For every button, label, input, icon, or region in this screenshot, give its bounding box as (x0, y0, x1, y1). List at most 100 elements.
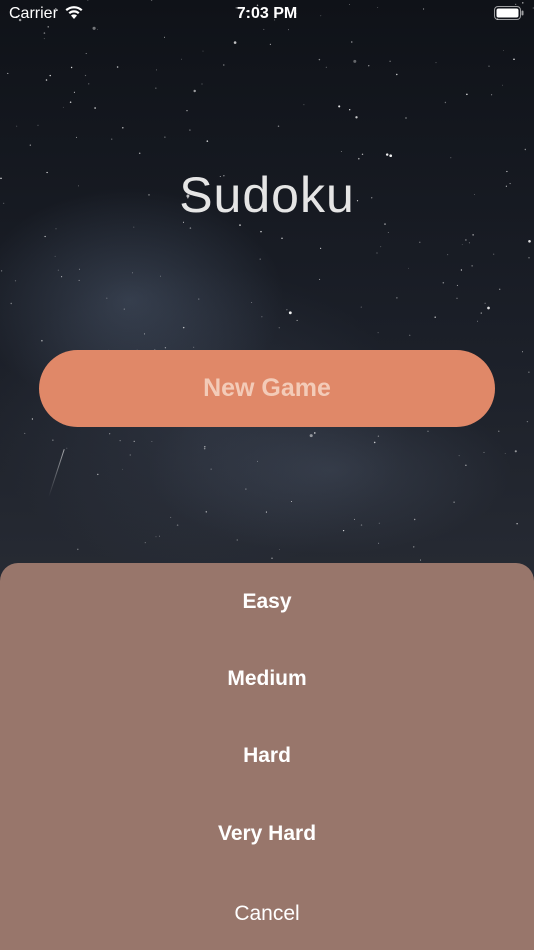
star (385, 153, 389, 156)
star (378, 542, 380, 544)
new-game-button[interactable]: New Game (39, 350, 495, 427)
star (155, 69, 157, 71)
star (413, 518, 416, 521)
star (286, 309, 288, 311)
star (45, 79, 48, 81)
star (456, 284, 458, 286)
star (396, 73, 398, 76)
star (389, 60, 391, 62)
star (502, 84, 503, 86)
star (472, 234, 474, 236)
star (377, 435, 380, 437)
star (528, 371, 530, 373)
star (164, 347, 167, 349)
star (88, 83, 90, 85)
star (465, 464, 467, 466)
difficulty-very-hard-button[interactable]: Very Hard (0, 809, 534, 859)
star (353, 59, 357, 63)
star (186, 110, 188, 112)
star (468, 242, 470, 244)
difficulty-easy-button[interactable]: Easy (0, 577, 534, 627)
star (514, 450, 517, 453)
star (52, 439, 54, 441)
star (138, 152, 141, 155)
star (318, 58, 321, 61)
difficulty-medium-button[interactable]: Medium (0, 654, 534, 704)
star (471, 265, 473, 267)
star (24, 432, 26, 434)
star (487, 306, 490, 310)
star (78, 279, 80, 281)
star (202, 50, 204, 52)
star (210, 468, 212, 470)
star (435, 62, 437, 64)
star (319, 278, 321, 280)
star (85, 53, 87, 54)
star (94, 107, 96, 109)
star (419, 241, 421, 243)
star (31, 418, 33, 420)
star (271, 557, 273, 559)
star (376, 252, 378, 254)
star (261, 316, 263, 318)
star (260, 230, 262, 233)
star (239, 224, 241, 226)
star (129, 454, 131, 456)
star (340, 151, 342, 152)
star (189, 227, 192, 229)
star (373, 441, 376, 444)
app-title: Sudoku (179, 167, 355, 223)
star (14, 280, 17, 282)
star (16, 125, 18, 127)
cancel-button[interactable]: Cancel (0, 889, 534, 939)
star (223, 64, 225, 66)
star (377, 332, 379, 334)
star (57, 269, 59, 271)
star (144, 333, 146, 335)
star (269, 43, 272, 46)
star (380, 246, 382, 248)
star (387, 232, 389, 233)
star (351, 41, 353, 43)
star (427, 430, 429, 432)
star (155, 87, 157, 89)
star (355, 116, 358, 119)
star (41, 339, 43, 342)
star (181, 58, 182, 60)
star (303, 104, 305, 106)
difficulty-hard-button[interactable]: Hard (0, 731, 534, 781)
star (491, 94, 493, 96)
star (354, 518, 356, 520)
star (37, 124, 39, 126)
star (504, 453, 506, 454)
star (144, 542, 146, 544)
star (278, 327, 280, 329)
star (43, 38, 45, 40)
star (389, 154, 393, 158)
star (97, 473, 99, 476)
star (159, 535, 160, 537)
star (61, 276, 63, 278)
star (378, 522, 380, 524)
star (164, 136, 166, 138)
star (477, 320, 478, 322)
star (122, 126, 124, 129)
star (461, 244, 463, 245)
star (7, 72, 9, 74)
star (408, 267, 409, 269)
stars-layer (0, 0, 534, 561)
star (277, 125, 280, 128)
star (251, 302, 253, 303)
star (236, 539, 238, 541)
star (524, 148, 526, 151)
star (189, 129, 191, 131)
star (480, 312, 482, 314)
star (123, 308, 125, 310)
star (288, 311, 292, 315)
star (170, 516, 172, 518)
star (77, 548, 79, 551)
star (360, 306, 362, 308)
star (70, 66, 73, 69)
star (456, 297, 458, 299)
star (442, 282, 445, 284)
